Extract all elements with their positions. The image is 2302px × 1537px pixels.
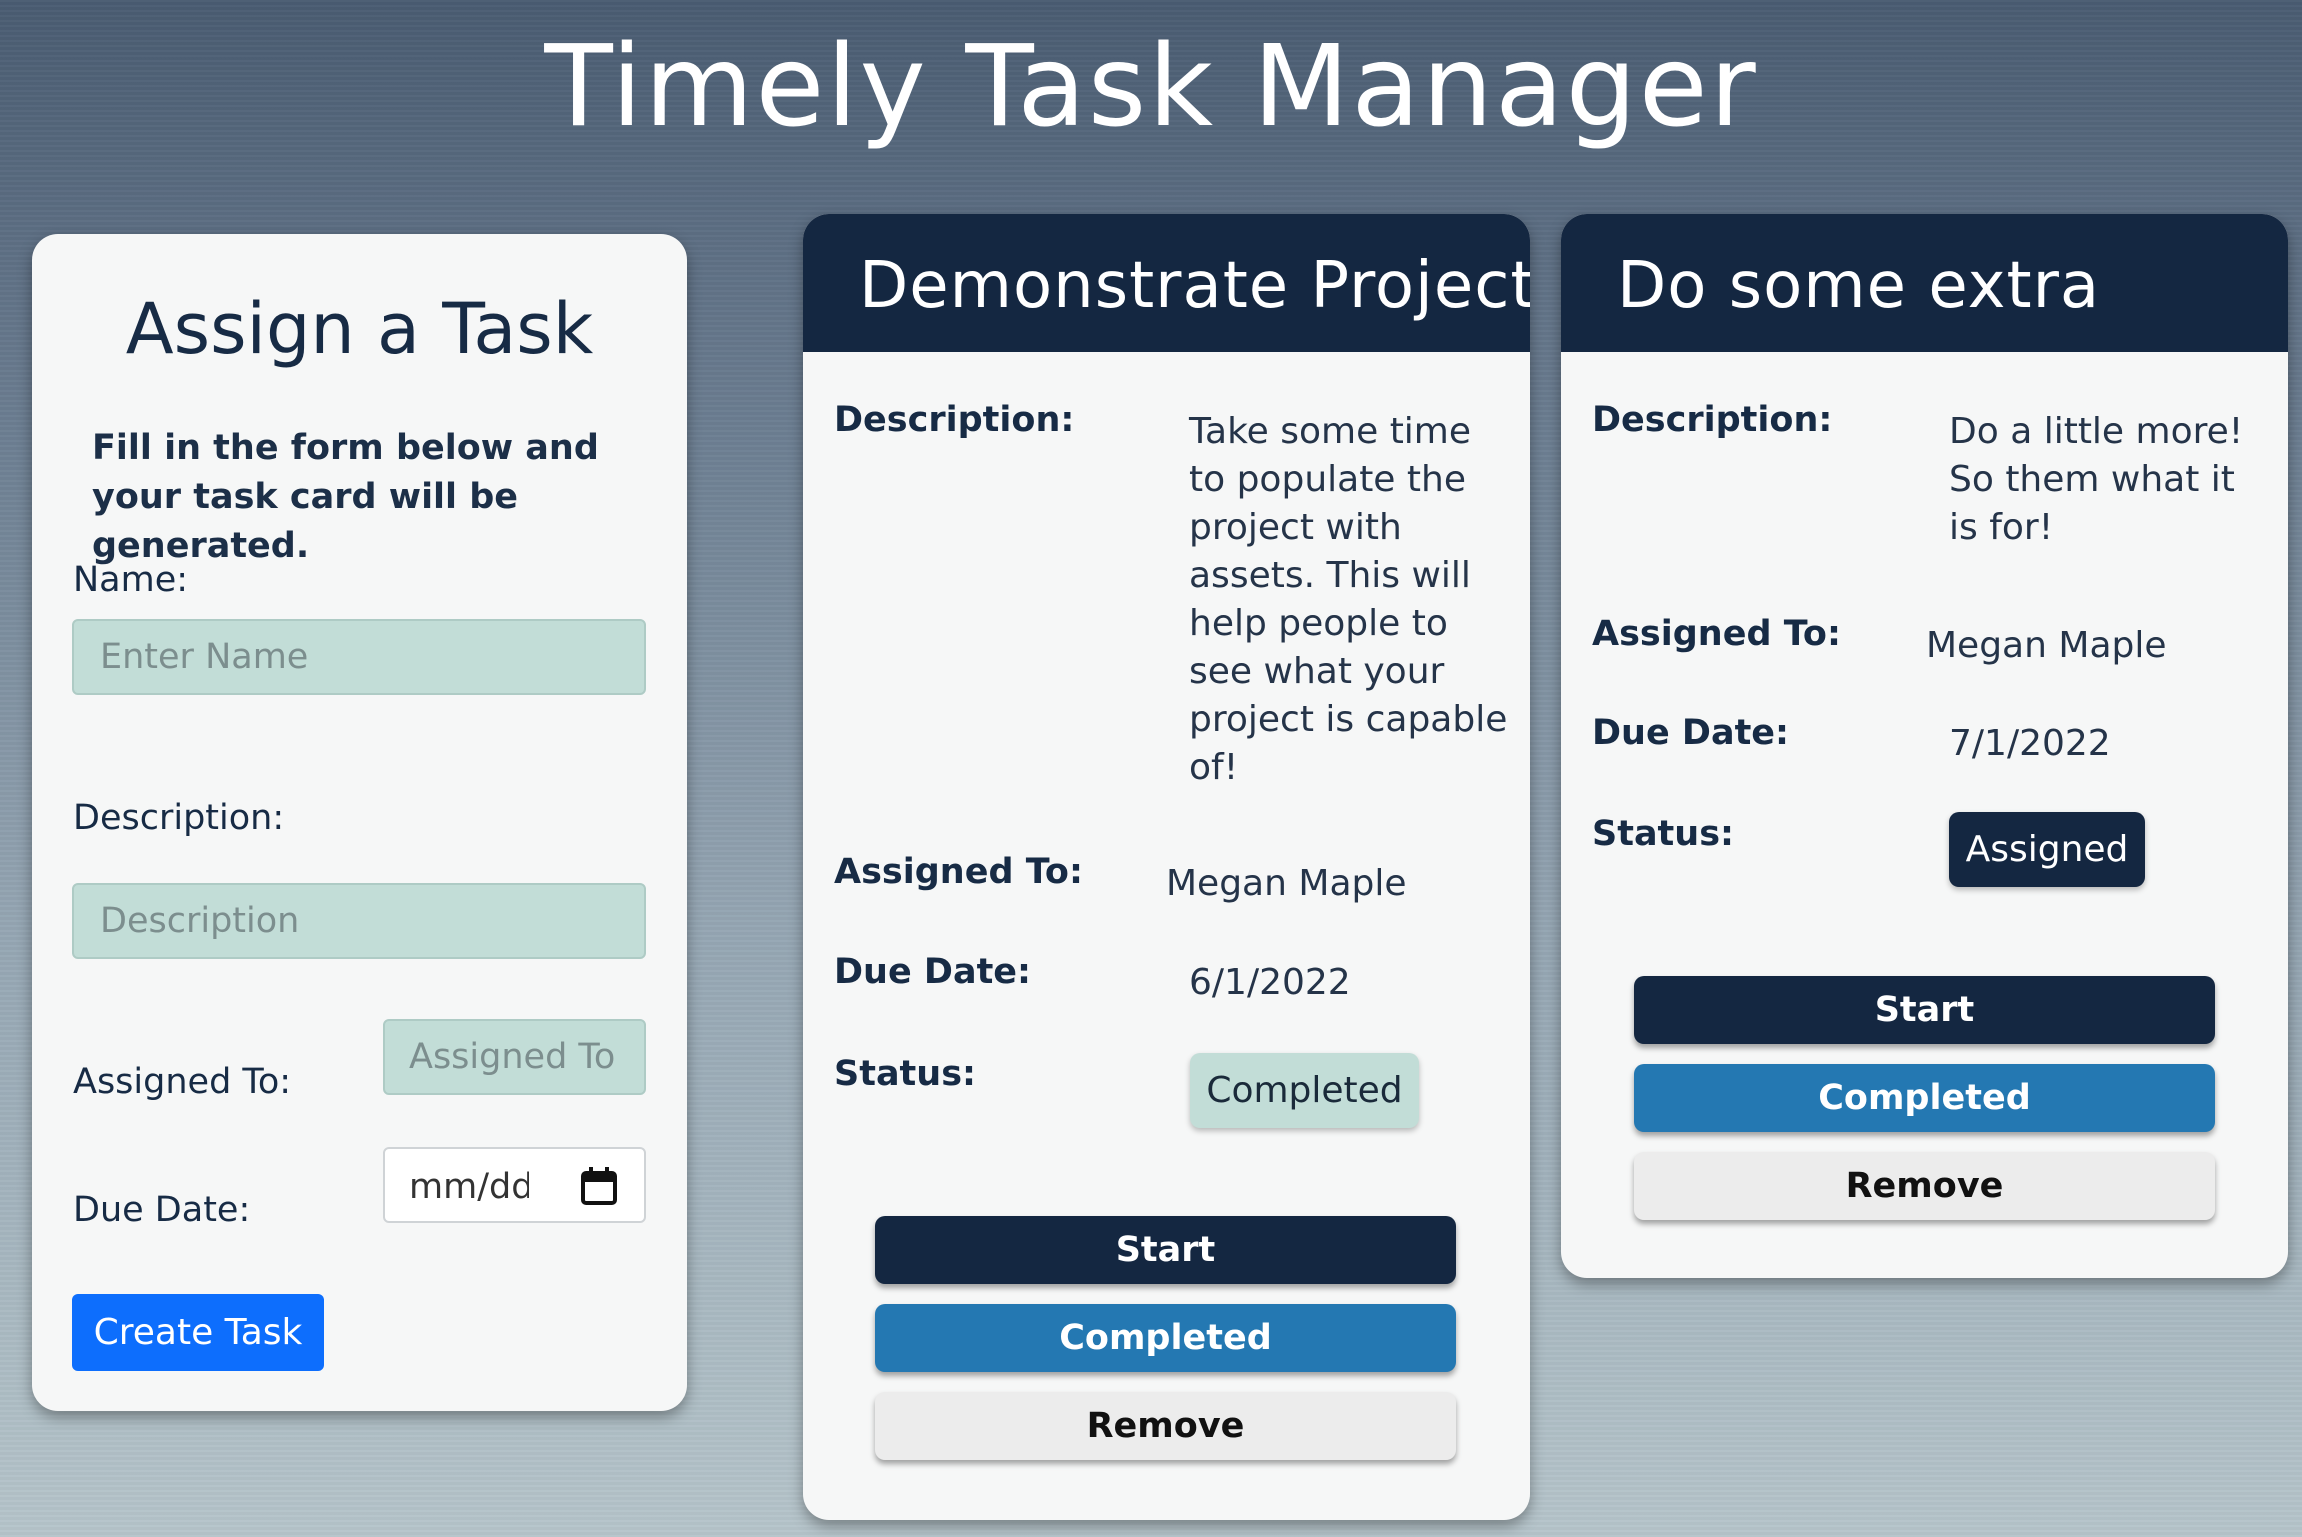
status-badge: Completed <box>1190 1053 1419 1128</box>
start-button[interactable]: Start <box>875 1216 1456 1284</box>
task-card-header: Do some extra <box>1561 214 2288 352</box>
remove-button[interactable]: Remove <box>1634 1152 2215 1220</box>
remove-button[interactable]: Remove <box>875 1392 1456 1460</box>
completed-button[interactable]: Completed <box>1634 1064 2215 1132</box>
name-label: Name: <box>73 560 189 600</box>
description-label: Description: <box>1592 400 1833 440</box>
form-title: Assign a Task <box>125 288 594 370</box>
assign-task-form: Assign a Task Fill in the form below and… <box>32 234 687 1411</box>
start-button[interactable]: Start <box>1634 976 2215 1044</box>
calendar-icon[interactable] <box>581 1167 617 1205</box>
description-input[interactable] <box>72 883 646 959</box>
due-date-label: Due Date: <box>73 1190 251 1230</box>
status-label: Status: <box>834 1054 977 1094</box>
due-date-input[interactable]: mm/dd <box>383 1147 646 1223</box>
create-task-button[interactable]: Create Task <box>72 1294 324 1371</box>
description-label: Description: <box>73 798 285 838</box>
form-subtitle: Fill in the form below and your task car… <box>92 428 599 566</box>
completed-button[interactable]: Completed <box>875 1304 1456 1372</box>
task-card-header: Demonstrate Project <box>803 214 1530 352</box>
task-description: Do a little more! So them what it is for… <box>1949 411 2244 548</box>
task-assignee: Megan Maple <box>1166 863 1407 904</box>
assigned-to-label: Assigned To: <box>1592 614 1841 654</box>
status-label: Status: <box>1592 814 1735 854</box>
assigned-to-label: Assigned To: <box>73 1062 292 1102</box>
task-card: Demonstrate Project Description: Take so… <box>803 214 1530 1520</box>
name-input[interactable] <box>72 619 646 695</box>
due-date-placeholder: mm/dd <box>409 1167 529 1207</box>
status-badge: Assigned <box>1949 812 2145 887</box>
due-date-label: Due Date: <box>834 952 1032 992</box>
task-title: Do some extra <box>1617 249 2101 323</box>
task-assignee: Megan Maple <box>1926 625 2167 666</box>
app-title: Timely Task Manager <box>544 22 1758 152</box>
assigned-to-label: Assigned To: <box>834 852 1083 892</box>
task-card: Do some extra Description: Do a little m… <box>1561 214 2288 1278</box>
assigned-to-input[interactable] <box>383 1019 646 1095</box>
task-due-date: 7/1/2022 <box>1949 723 2111 764</box>
due-date-label: Due Date: <box>1592 713 1790 753</box>
description-label: Description: <box>834 400 1075 440</box>
task-title: Demonstrate Project <box>859 249 1530 323</box>
task-due-date: 6/1/2022 <box>1189 962 1351 1003</box>
task-description: Take some time to populate the project w… <box>1189 411 1508 788</box>
